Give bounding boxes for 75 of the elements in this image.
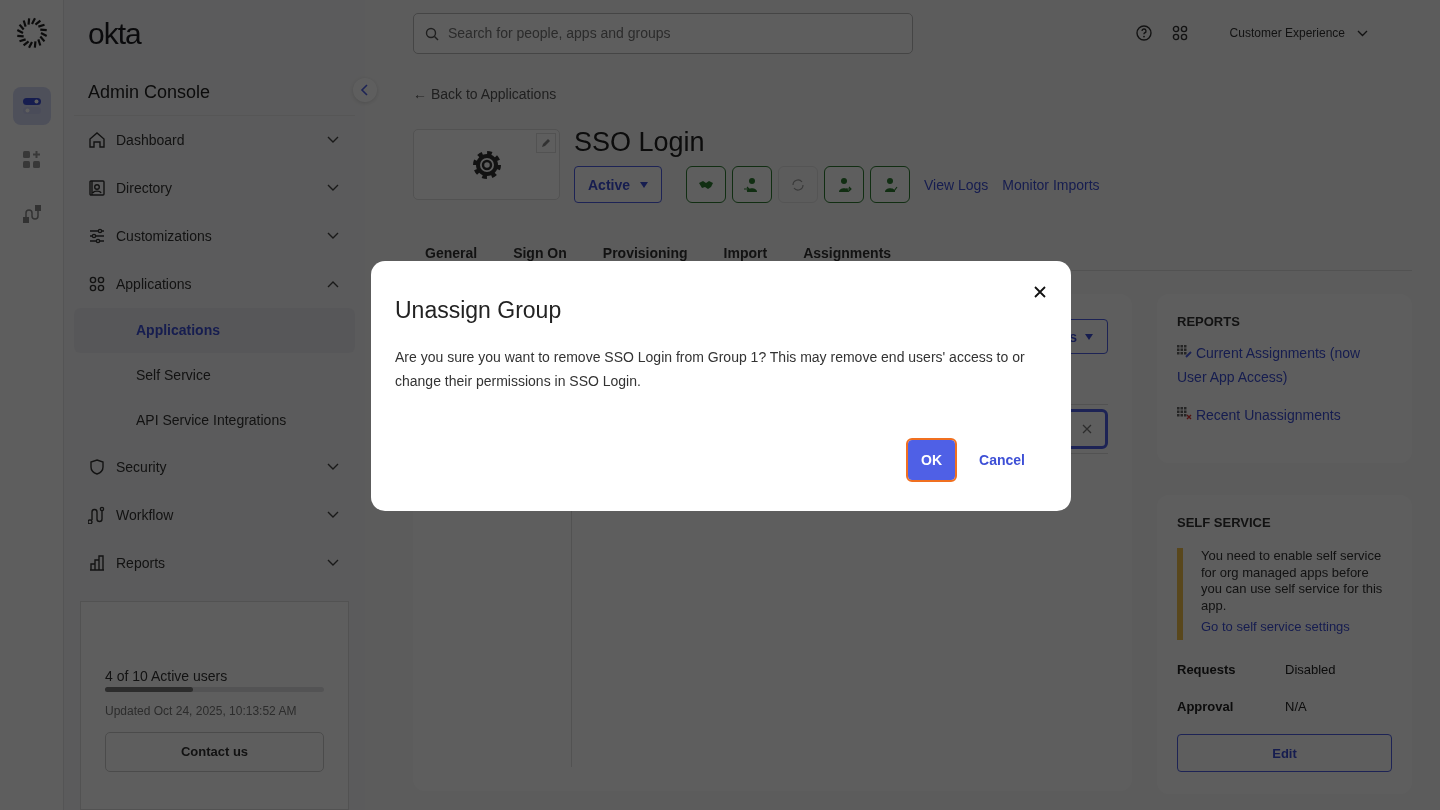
nav-subitem[interactable]: Applications [74,307,355,353]
org-menu[interactable]: Customer Experience [1223,25,1374,41]
nav-subitem[interactable]: Self Service [74,352,355,398]
tab[interactable]: General [413,241,490,270]
rail-button[interactable] [12,87,51,125]
tab[interactable]: Sign On [501,241,579,270]
nav-item[interactable]: Directory [74,163,355,212]
field-value: Disabled [1285,662,1336,677]
okta-wordmark: okta [88,17,143,52]
tab[interactable]: Import [711,241,780,270]
reports-icon [88,553,106,572]
help-icon[interactable] [1135,25,1152,41]
notice-text: You need to enable self service for org managed apps before you can use self service for this app. [1201,548,1384,614]
user-check-icon [882,176,898,193]
grid-x-icon [1177,407,1192,420]
field-label: Approval [1177,699,1235,714]
apps-add-icon [21,150,42,170]
user-arrow-icon [744,176,760,193]
search-icon [425,26,439,41]
console-title: Admin Console [88,82,211,104]
chevron-left-icon [360,84,370,96]
field-value: N/A [1285,699,1307,714]
workflow-icon [88,505,106,524]
apps-grid-icon[interactable] [1171,25,1188,41]
header-link[interactable]: Monitor Imports [1002,176,1100,193]
shield-icon [88,457,106,476]
flow-icon [21,204,42,224]
usage-label: 4 of 10 Active users [105,667,229,684]
tab[interactable]: Assignments [791,241,904,270]
dialog-title: Unassign Group [395,297,563,324]
nav-item[interactable]: Dashboard [74,115,355,164]
user-arrow-icon [836,176,852,193]
apps-icon [88,274,106,293]
nav-item[interactable]: Workflow [74,490,355,539]
nav-item[interactable]: Customizations [74,211,355,260]
nav-item[interactable]: Applications [74,259,355,308]
collapse-button[interactable] [353,78,377,102]
caret-icon [1085,333,1093,340]
card-heading: REPORTS [1177,314,1241,329]
field-label: Requests [1177,662,1237,677]
close-icon [1034,286,1046,298]
card-heading: SELF SERVICE [1177,515,1272,530]
close-button[interactable] [1033,285,1047,299]
directory-icon [88,178,106,197]
edit-logo-button[interactable] [536,133,556,153]
refresh-icon [791,177,805,192]
handshake-icon [699,179,713,190]
status-dropdown[interactable]: Active [574,166,662,203]
chevron-down-icon [1357,29,1368,37]
nav-item[interactable]: Reports [74,538,355,587]
app-title: SSO Login [574,127,706,158]
action-button[interactable] [732,166,772,203]
pencil-icon [541,138,551,148]
caret-icon [640,181,648,188]
action-button[interactable] [686,166,726,203]
cancel-button[interactable]: Cancel [971,444,1033,476]
action-button[interactable] [824,166,864,203]
clear-icon[interactable] [1082,424,1092,434]
back-link[interactable]: ← Back to Applications [413,86,1412,102]
edit-button[interactable]: Edit [1177,734,1392,772]
tab[interactable]: Provisioning [590,241,700,270]
report-link[interactable]: Current Assignments (now User App Access) [1177,341,1392,389]
ok-button[interactable]: OK [908,440,956,480]
report-link[interactable]: Recent Unassignments [1177,403,1392,427]
dialog-message: Are you sure you want to remove SSO Login from Group 1? This may remove end users' access to or change their permissions in SSO Login. [395,348,1026,391]
header-link[interactable]: View Logs [924,176,989,193]
home-icon [88,130,106,149]
nav-item[interactable]: Security [74,442,355,491]
settings-link[interactable]: Go to self service settings [1201,619,1350,634]
sunburst-logo-icon [15,17,48,49]
grid-pencil-icon [1177,345,1192,358]
sliders-icon [88,226,106,245]
nav-subitem[interactable]: API Service Integrations [74,397,355,443]
contact-button[interactable]: Contact us [105,731,324,772]
action-button[interactable] [870,166,910,203]
